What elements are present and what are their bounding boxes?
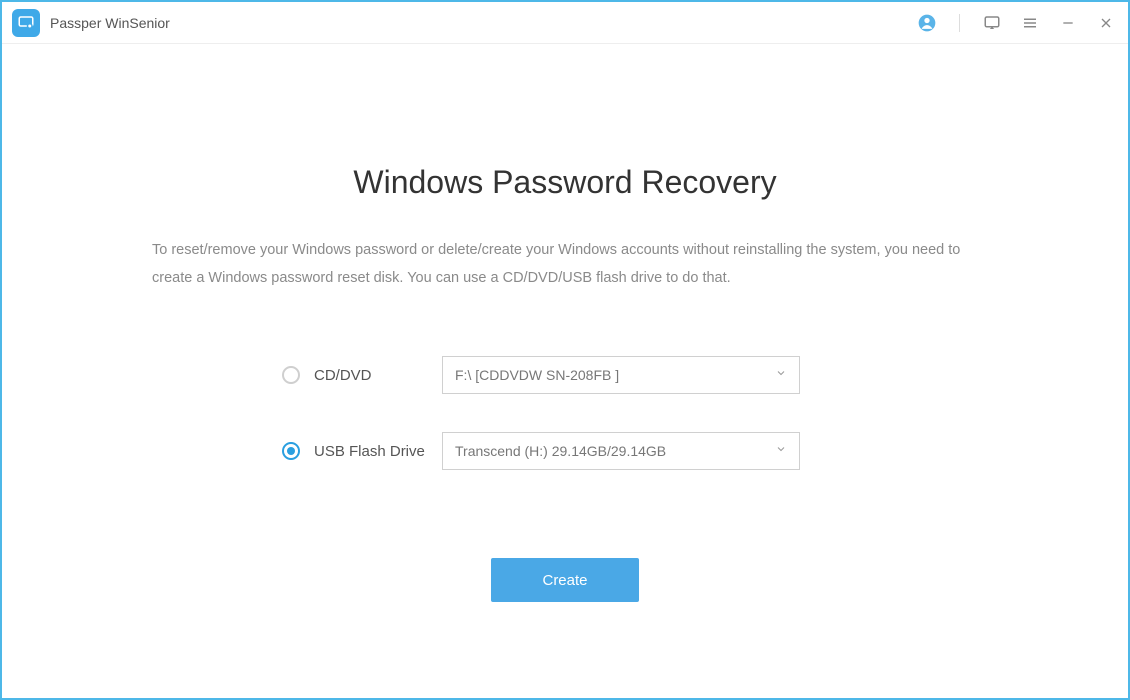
cd-dvd-option-row: CD/DVD F:\ [CDDVDW SN-208FB ] <box>282 356 978 394</box>
cd-dvd-dropdown-value: F:\ [CDDVDW SN-208FB ] <box>455 367 775 383</box>
cd-dvd-label: CD/DVD <box>314 367 372 384</box>
usb-radio[interactable]: USB Flash Drive <box>282 442 442 460</box>
separator <box>959 14 960 32</box>
chevron-down-icon <box>775 442 787 460</box>
radio-icon <box>282 442 300 460</box>
media-options: CD/DVD F:\ [CDDVDW SN-208FB ] USB Flash … <box>152 356 978 470</box>
usb-label: USB Flash Drive <box>314 443 425 460</box>
usb-option-row: USB Flash Drive Transcend (H:) 29.14GB/2… <box>282 432 978 470</box>
cd-dvd-dropdown[interactable]: F:\ [CDDVDW SN-208FB ] <box>442 356 800 394</box>
app-logo-icon <box>12 9 40 37</box>
usb-dropdown[interactable]: Transcend (H:) 29.14GB/29.14GB <box>442 432 800 470</box>
user-icon[interactable] <box>917 13 937 33</box>
page-title: Windows Password Recovery <box>152 164 978 201</box>
create-button[interactable]: Create <box>491 558 639 602</box>
close-icon[interactable] <box>1096 13 1116 33</box>
main-content: Windows Password Recovery To reset/remov… <box>2 44 1128 602</box>
minimize-icon[interactable] <box>1058 13 1078 33</box>
page-description: To reset/remove your Windows password or… <box>152 237 978 292</box>
app-title: Passper WinSenior <box>50 15 917 31</box>
cd-dvd-radio[interactable]: CD/DVD <box>282 366 442 384</box>
usb-dropdown-value: Transcend (H:) 29.14GB/29.14GB <box>455 443 775 459</box>
feedback-icon[interactable] <box>982 13 1002 33</box>
menu-icon[interactable] <box>1020 13 1040 33</box>
chevron-down-icon <box>775 366 787 384</box>
title-bar: Passper WinSenior <box>2 2 1128 44</box>
radio-icon <box>282 366 300 384</box>
